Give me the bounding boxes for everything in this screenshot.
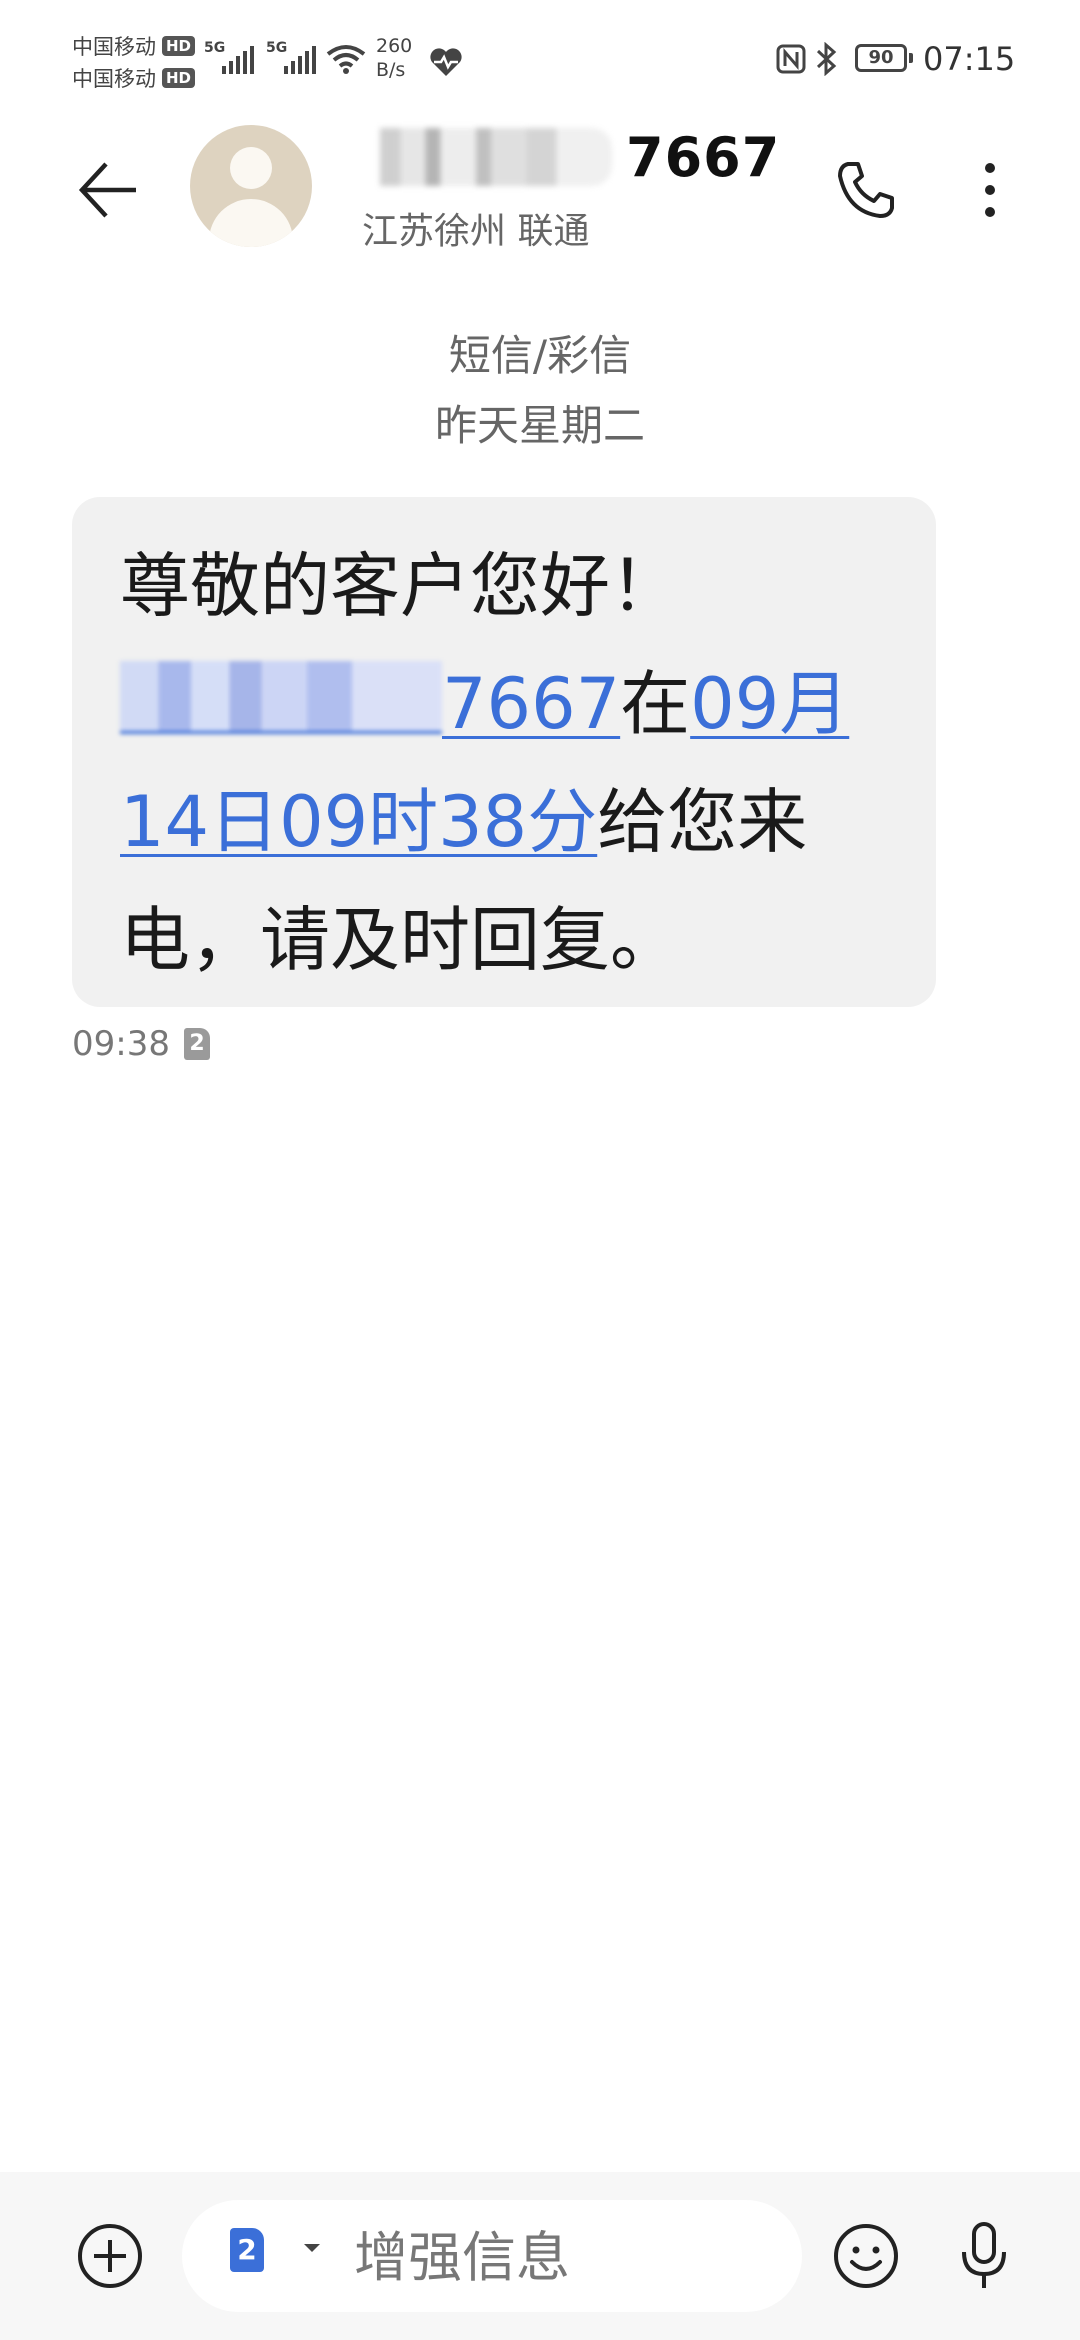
sim-primary-icon: 2 [230,2228,264,2272]
message-timestamp: 09:38 [72,1024,170,1064]
signal-icon-sim1: 5G [204,40,260,74]
conversation-header: 7667 江苏徐州 联通 [0,110,1080,280]
carrier-info: 中国移动 HD 中国移动 HD [72,30,196,94]
message-meta: 09:38 2 [72,1024,210,1064]
net-speed-unit: B/s [376,59,406,81]
contact-name[interactable]: 7667 [360,122,780,192]
voice-input-button[interactable] [944,2216,1024,2296]
emoji-icon [834,2224,898,2288]
health-heart-icon [430,48,462,76]
contact-name-suffix: 7667 [626,125,781,189]
wifi-icon [326,45,366,74]
chevron-down-icon [304,2244,320,2252]
add-attachment-button[interactable] [70,2216,150,2296]
status-time: 07:15 [923,40,1016,78]
message-after-datetime: 给您来 [597,781,808,863]
message-connector: 在 [620,663,691,745]
microphone-icon [962,2222,1006,2288]
status-bar: 中国移动 HD 中国移动 HD 5G 5G 260 B/s 90 07:15 [0,0,1080,110]
message-line-1: 尊敬的客户您好！ [120,545,680,627]
message-input[interactable] [352,2216,776,2298]
call-button[interactable] [826,150,906,230]
contact-location: 江苏徐州 联通 [362,211,590,252]
back-button[interactable] [68,150,148,230]
hd-badge-2: HD [162,68,196,88]
message-line-4: 电，请及时回复。 [120,899,680,981]
arrow-left-icon [78,162,136,218]
more-options-button[interactable] [960,150,1020,230]
datetime-link-part1[interactable]: 09月 [690,663,849,745]
compose-bar: 2 1 [0,2172,1080,2340]
bluetooth-icon [816,42,837,76]
more-vertical-icon [985,163,995,217]
carrier-name-1: 中国移动 [72,35,156,59]
message-bubble[interactable]: 尊敬的客户您好！ 7667在09月 14日09时38分给您来 电，请及时回复。 [72,497,936,1007]
datetime-link-part2[interactable]: 14日09时38分 [120,781,597,863]
signal-icon-sim2: 5G [266,40,322,74]
hd-badge-1: HD [162,36,196,56]
redacted-number [360,128,612,186]
carrier-name-2: 中国移动 [72,67,156,91]
message-input-container: 2 1 [182,2200,802,2312]
nfc-icon [776,44,806,74]
message-line-2: 7667在09月 [120,645,900,763]
sim-card-icon: 2 [183,1028,210,1060]
add-circle-icon [78,2224,142,2288]
redacted-number [120,661,442,734]
phone-icon [838,162,894,218]
phone-number-suffix: 7667 [442,663,621,745]
contact-avatar[interactable] [190,125,312,247]
conversation-type-label: 短信/彩信 [448,331,632,380]
network-speed: 260 B/s [376,34,412,82]
message-line-3: 14日09时38分给您来 [120,763,900,881]
net-speed-value: 260 [376,35,413,57]
date-separator: 昨天星期二 [434,401,645,450]
phone-number-link[interactable]: 7667 [120,661,621,745]
sim-switch-button[interactable]: 2 1 [230,2228,320,2288]
battery-indicator: 90 [855,44,913,72]
emoji-button[interactable] [826,2216,906,2296]
